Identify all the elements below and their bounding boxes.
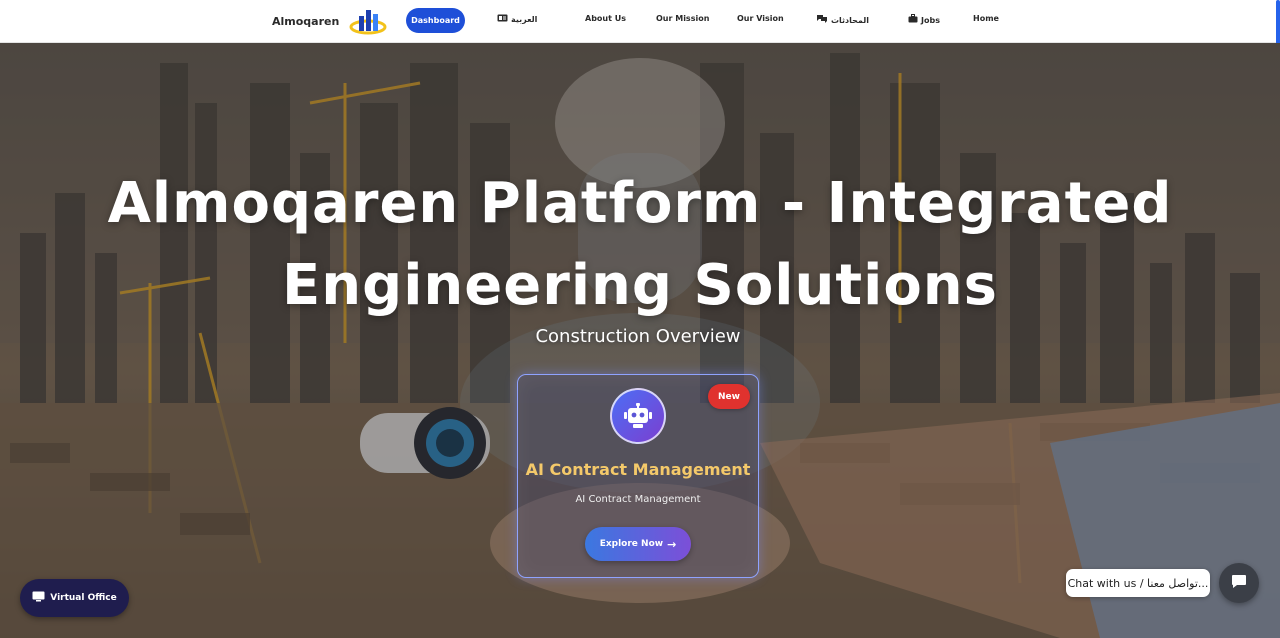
- nav-link-home[interactable]: Home: [973, 14, 999, 23]
- logo-icon: [349, 10, 387, 35]
- monitor-icon: [32, 591, 45, 605]
- chat-prompt-bubble[interactable]: Chat with us / تواصل معنا...: [1066, 569, 1210, 597]
- dashboard-button[interactable]: Dashboard: [406, 8, 465, 33]
- chat-launcher-button[interactable]: [1219, 563, 1259, 603]
- id-card-icon: [497, 14, 508, 25]
- nav-link-chats[interactable]: المحادثات: [816, 14, 869, 26]
- explore-now-button[interactable]: Explore Now →: [585, 527, 691, 561]
- feature-card[interactable]: New AI Contract Management AI Contract M…: [517, 374, 759, 578]
- brand-name: Almoqaren: [272, 14, 340, 28]
- hero-title: Almoqaren Platform - Integrated Engineer…: [107, 171, 1173, 318]
- brand[interactable]: Almoqaren: [272, 7, 387, 35]
- new-badge: New: [708, 384, 750, 409]
- card-description: AI Contract Management: [575, 494, 701, 505]
- nav-link-label: Our Mission: [656, 14, 710, 23]
- robot-icon: [610, 388, 666, 444]
- nav-link-label: Our Vision: [737, 14, 784, 23]
- nav-link-mission[interactable]: Our Mission: [656, 14, 709, 23]
- hero-subtitle: Construction Overview: [535, 326, 741, 347]
- nav-link-label: About Us: [585, 14, 626, 23]
- nav-link-label: Home: [973, 14, 999, 23]
- navbar: Almoqaren Dashboard العربية About Us Our…: [0, 0, 1280, 82]
- nav-link-label: العربية: [511, 15, 538, 24]
- comments-icon: [816, 14, 828, 26]
- virtual-office-label: Virtual Office: [50, 593, 117, 603]
- nav-link-vision[interactable]: Our Vision: [737, 14, 784, 23]
- briefcase-icon: [908, 14, 918, 26]
- chat-icon: [1231, 573, 1247, 593]
- virtual-office-button[interactable]: Virtual Office: [20, 579, 129, 617]
- nav-link-label: المحادثات: [831, 15, 870, 25]
- nav-link-arabic[interactable]: العربية: [497, 14, 537, 25]
- nav-link-jobs[interactable]: Jobs: [908, 14, 940, 26]
- hero-section: Almoqaren Platform - Integrated Engineer…: [0, 43, 1280, 638]
- arrow-right-icon: →: [667, 537, 677, 551]
- explore-now-label: Explore Now: [599, 539, 664, 549]
- nav-link-label: Jobs: [921, 15, 940, 25]
- nav-link-about[interactable]: About Us: [585, 14, 626, 23]
- card-title: AI Contract Management: [525, 460, 751, 479]
